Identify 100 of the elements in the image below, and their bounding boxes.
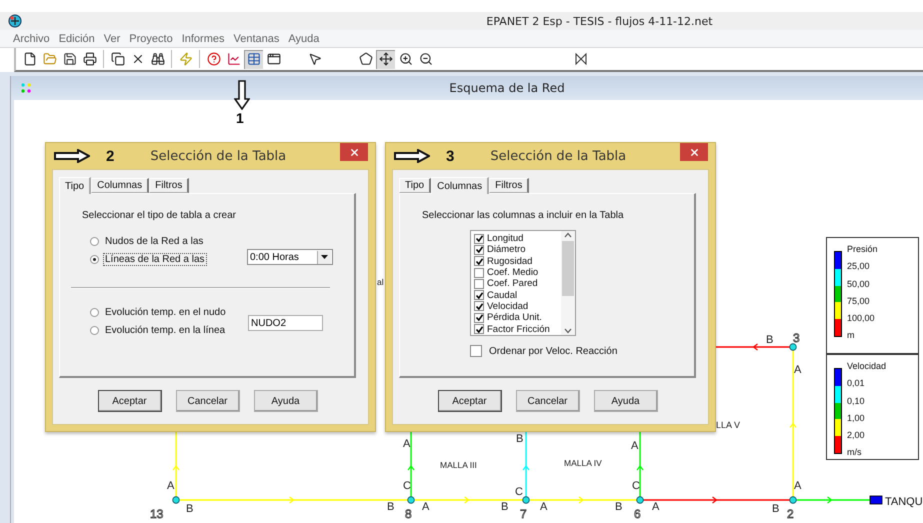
dialog-button[interactable]: Cancelar [516, 390, 580, 412]
scroll-down-icon[interactable] [564, 327, 572, 335]
menu-item[interactable]: Ventanas [234, 32, 280, 44]
end-label: A [652, 501, 660, 513]
end-label: A [167, 480, 174, 492]
junction-node [522, 496, 530, 504]
table-icon [246, 52, 260, 66]
end-label: B [186, 503, 194, 515]
zoom-out-icon [418, 52, 432, 66]
tab[interactable]: Tipo [399, 178, 432, 193]
dialog-button[interactable]: Ayuda [594, 390, 658, 412]
option-label: Ordenar por Veloc. Reacción [488, 346, 618, 356]
legend-value: 100,00 [847, 312, 876, 326]
node-label: 7 [520, 507, 527, 521]
dialog-title: Selección de la Tabla [150, 148, 286, 164]
arrow-icon [394, 149, 430, 163]
end-label: B [772, 503, 780, 515]
radio-button[interactable] [90, 308, 99, 317]
checkbox[interactable] [474, 268, 484, 278]
checkbox[interactable] [474, 301, 484, 312]
menu-item[interactable]: Ayuda [288, 32, 320, 44]
tab[interactable]: Columnas [91, 178, 150, 193]
checkbox[interactable] [474, 244, 484, 255]
scrollbar[interactable] [561, 231, 575, 335]
end-label: C [403, 480, 411, 492]
column-option: Diámetro [487, 244, 526, 256]
column-option: Pérdida Unit. [487, 312, 542, 324]
junction-node [789, 343, 797, 351]
loop-label: MALLA III [440, 460, 477, 470]
toolbar-button[interactable] [244, 50, 263, 68]
loop-label: LLA V [716, 420, 740, 430]
option-label: Líneas de la Red a las [104, 254, 206, 264]
step-number: 3 [446, 148, 454, 164]
scroll-up-icon[interactable] [564, 231, 572, 239]
menu-item[interactable]: Edición [58, 32, 95, 44]
network-icon [21, 83, 31, 93]
end-label: C [515, 486, 523, 498]
legend-value: 50,00 [847, 278, 871, 291]
legend-title: Presión [847, 243, 878, 256]
end-label: A [540, 501, 548, 513]
file-icon [22, 52, 36, 66]
checkbox[interactable] [474, 278, 484, 289]
legend-unit: m [847, 329, 856, 342]
checkbox[interactable] [474, 312, 484, 323]
down-arrow [234, 80, 250, 110]
question-icon [206, 52, 220, 66]
time-dropdown[interactable]: 0:00 Horas [247, 249, 333, 265]
tab[interactable]: Filtros [149, 178, 190, 193]
checkbox[interactable] [474, 324, 484, 334]
pointer-icon [308, 52, 322, 66]
dialog-button[interactable]: Aceptar [98, 390, 162, 412]
instruction-text: Seleccionar las columnas a incluir en la Tabla [422, 210, 625, 221]
node-label: 2 [787, 507, 794, 521]
radio-button[interactable] [90, 326, 99, 335]
tab[interactable]: Columnas [431, 177, 490, 194]
column-option: Rugosidad [487, 256, 532, 267]
menu-item[interactable]: Ver [104, 32, 120, 44]
bowtie-icon [574, 53, 586, 65]
close-button[interactable] [680, 143, 708, 161]
checkbox[interactable] [474, 256, 484, 266]
dialog-button[interactable]: Ayuda [254, 390, 318, 412]
save-icon [62, 52, 76, 66]
legend-value: 2,00 [847, 429, 866, 442]
end-label: B [615, 501, 622, 513]
radio-button[interactable] [90, 254, 99, 264]
loop-label: MALLA IV [564, 458, 602, 468]
step-number: 2 [106, 148, 114, 164]
menu-item[interactable]: Informes [182, 32, 224, 44]
move-icon [378, 52, 392, 66]
node-input[interactable]: NUDO2 [248, 315, 323, 331]
checkbox[interactable] [474, 290, 484, 300]
option-label: Evolución temp. en la línea [104, 325, 226, 336]
pentagon-icon [358, 52, 372, 66]
legend-value: 0,10 [847, 394, 866, 408]
toolbar-button[interactable] [376, 50, 395, 68]
close-button[interactable] [340, 143, 368, 161]
dialog-button[interactable]: Cancelar [176, 390, 240, 412]
junction-node [636, 496, 644, 504]
tab[interactable]: Filtros [489, 178, 530, 193]
node-label: 8 [405, 507, 412, 521]
app-icon [8, 14, 22, 28]
menu-item[interactable]: Proyecto [129, 32, 173, 44]
checkbox[interactable] [470, 345, 482, 357]
column-option: Coef. Pared [487, 278, 538, 290]
close-icon [348, 146, 360, 158]
node-label: 6 [634, 507, 641, 521]
dialog-button[interactable]: Aceptar [438, 390, 502, 412]
end-label: A [794, 480, 802, 492]
column-option: Coef. Medio [487, 267, 538, 278]
line-chart-icon [226, 52, 240, 66]
end-label: A [422, 501, 430, 513]
close-icon [688, 146, 700, 158]
checkbox[interactable] [474, 234, 484, 244]
radio-button[interactable] [90, 236, 99, 246]
tab[interactable]: Tipo [59, 177, 92, 194]
window-title: EPANET 2 Esp - TESIS - flujos 4-11-12.net [485, 14, 714, 28]
menu-item[interactable]: Archivo [13, 32, 50, 44]
map-title: Esquema de la Red [448, 81, 566, 95]
option-label: Nudos de la Red a las [104, 236, 204, 246]
end-label: A [794, 364, 802, 376]
